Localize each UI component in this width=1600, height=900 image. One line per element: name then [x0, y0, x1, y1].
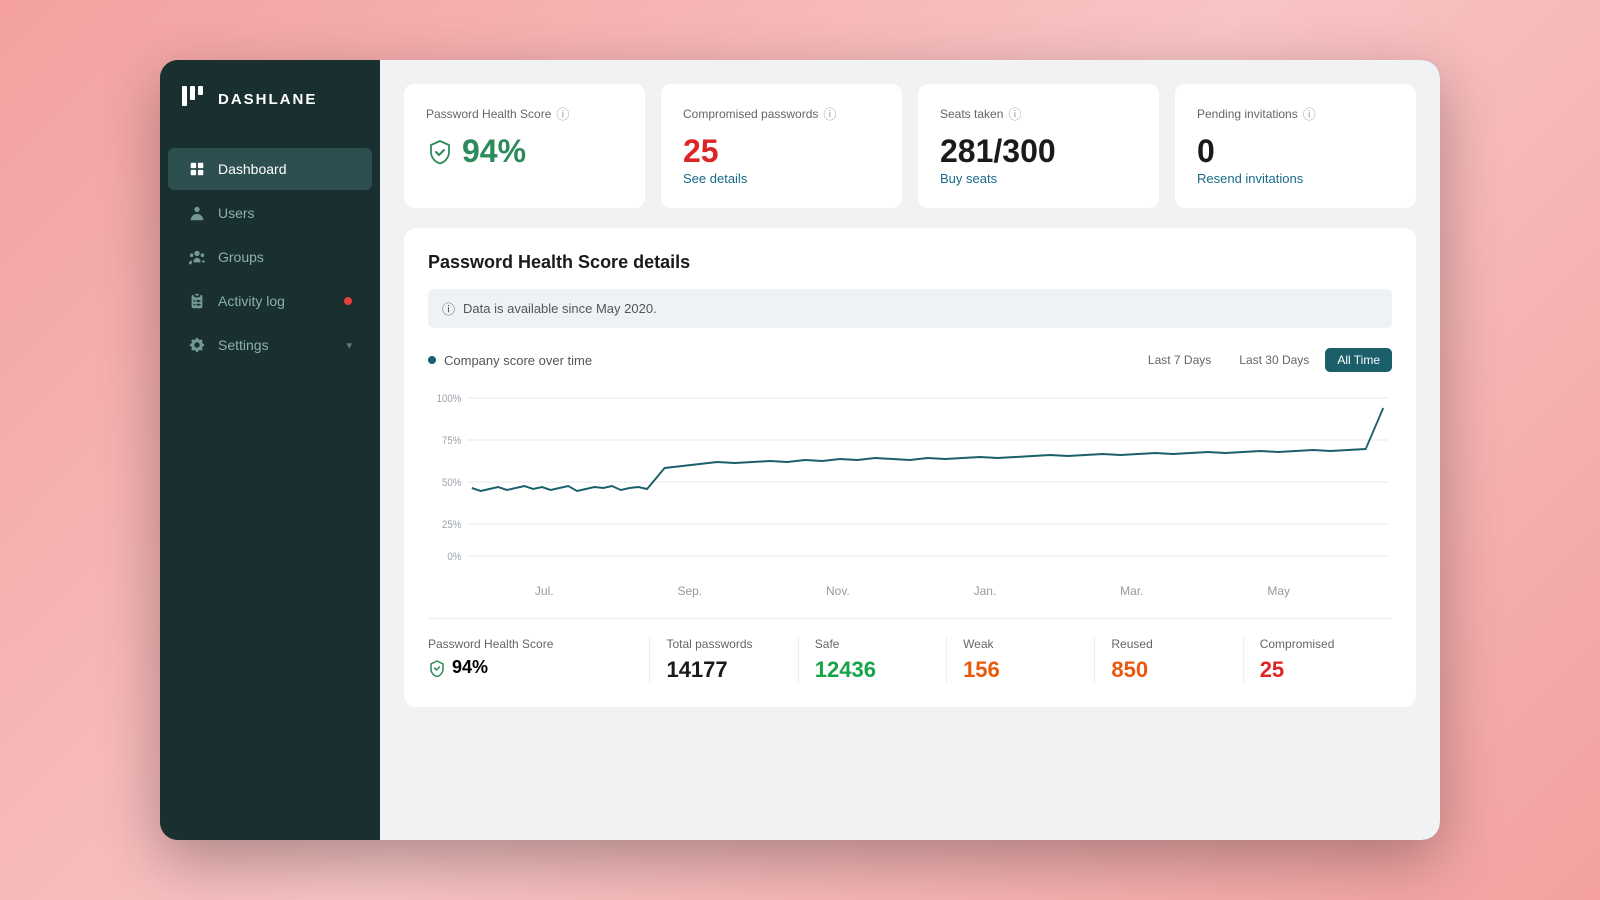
- chart-section: Password Health Score details ⓘ Data is …: [404, 228, 1416, 707]
- info-banner-icon: ⓘ: [442, 299, 455, 318]
- footer-value-safe: 12436: [815, 657, 930, 683]
- stat-value-compromised: 25: [683, 133, 880, 170]
- x-label-mar: Mar.: [1120, 584, 1143, 598]
- svg-text:0%: 0%: [447, 551, 461, 563]
- time-filter-30days[interactable]: Last 30 Days: [1227, 348, 1321, 372]
- x-label-nov: Nov.: [826, 584, 850, 598]
- footer-label-total: Total passwords: [666, 637, 781, 651]
- sidebar-item-users[interactable]: Users: [168, 192, 372, 234]
- legend-dot: [428, 356, 436, 364]
- chart-x-labels: Jul. Sep. Nov. Jan. Mar. May: [428, 584, 1392, 598]
- svg-text:75%: 75%: [442, 435, 461, 447]
- stat-label-invitations: Pending invitations ⓘ: [1197, 104, 1394, 123]
- time-filter-7days[interactable]: Last 7 Days: [1136, 348, 1223, 372]
- footer-stat-safe: Safe 12436: [799, 637, 947, 683]
- app-name: DASHLANE: [218, 91, 317, 108]
- info-icon-invitations: ⓘ: [1303, 104, 1316, 123]
- svg-text:50%: 50%: [442, 477, 461, 489]
- footer-stat-total: Total passwords 14177: [650, 637, 798, 683]
- chart-area: 100% 75% 50% 25% 0%: [428, 388, 1392, 568]
- time-filter-alltime[interactable]: All Time: [1325, 348, 1392, 372]
- x-label-may: May: [1267, 584, 1290, 598]
- see-details-link[interactable]: See details: [683, 171, 747, 186]
- footer-value-compromised: 25: [1260, 657, 1376, 683]
- sidebar-item-activity-log[interactable]: Activity log: [168, 280, 372, 322]
- chevron-down-icon: ▾: [346, 339, 352, 352]
- logo-icon: [180, 82, 208, 116]
- main-content: Password Health Score ⓘ 94% Compromised …: [380, 60, 1440, 840]
- stat-card-health-score: Password Health Score ⓘ 94%: [404, 84, 645, 208]
- svg-text:100%: 100%: [437, 393, 462, 405]
- buy-seats-link[interactable]: Buy seats: [940, 171, 997, 186]
- info-icon-compromised: ⓘ: [823, 104, 836, 123]
- time-filters: Last 7 Days Last 30 Days All Time: [1136, 348, 1392, 372]
- chart-title: Password Health Score details: [428, 252, 1392, 273]
- sidebar-item-groups[interactable]: Groups: [168, 236, 372, 278]
- sidebar-item-label: Dashboard: [218, 161, 287, 177]
- logo-area: DASHLANE: [160, 60, 380, 138]
- footer-label-safe: Safe: [815, 637, 930, 651]
- resend-invitations-link[interactable]: Resend invitations: [1197, 171, 1303, 186]
- stats-row: Password Health Score ⓘ 94% Compromised …: [404, 84, 1416, 208]
- footer-score-value: 94%: [428, 657, 633, 678]
- sidebar-item-label: Users: [218, 205, 255, 221]
- sidebar: DASHLANE Dashboard Users: [160, 60, 380, 840]
- stat-value-health: 94%: [426, 133, 623, 170]
- shield-icon-small: [428, 659, 446, 677]
- x-label-sep: Sep.: [677, 584, 702, 598]
- footer-label-compromised: Compromised: [1260, 637, 1376, 651]
- x-label-jul: Jul.: [535, 584, 554, 598]
- footer-stat-score: Password Health Score 94%: [428, 637, 650, 683]
- footer-value-weak: 156: [963, 657, 1078, 683]
- info-icon-seats: ⓘ: [1008, 104, 1021, 123]
- stat-card-seats: Seats taken ⓘ 281/300 Buy seats: [918, 84, 1159, 208]
- chart-legend: Company score over time: [428, 353, 592, 368]
- info-banner: ⓘ Data is available since May 2020.: [428, 289, 1392, 328]
- x-label-jan: Jan.: [974, 584, 997, 598]
- footer-stat-reused: Reused 850: [1095, 637, 1243, 683]
- stat-value-invitations: 0: [1197, 133, 1394, 170]
- sidebar-item-dashboard[interactable]: Dashboard: [168, 148, 372, 190]
- stat-label-health: Password Health Score ⓘ: [426, 104, 623, 123]
- footer-value-total: 14177: [666, 657, 781, 683]
- footer-label-score: Password Health Score: [428, 637, 633, 651]
- stat-label-seats: Seats taken ⓘ: [940, 104, 1137, 123]
- footer-stat-compromised: Compromised 25: [1244, 637, 1392, 683]
- chart-header: Company score over time Last 7 Days Last…: [428, 348, 1392, 372]
- footer-stat-weak: Weak 156: [947, 637, 1095, 683]
- sidebar-item-label: Activity log: [218, 293, 285, 309]
- activity-log-badge: [344, 297, 352, 305]
- sidebar-item-settings[interactable]: Settings ▾: [168, 324, 372, 366]
- stats-footer: Password Health Score 94% Total password…: [428, 618, 1392, 683]
- chart-svg: 100% 75% 50% 25% 0%: [428, 388, 1392, 568]
- footer-label-weak: Weak: [963, 637, 1078, 651]
- sidebar-item-label: Settings: [218, 337, 269, 353]
- footer-value-reused: 850: [1111, 657, 1226, 683]
- info-banner-text: Data is available since May 2020.: [463, 301, 657, 316]
- svg-text:25%: 25%: [442, 519, 461, 531]
- footer-label-reused: Reused: [1111, 637, 1226, 651]
- info-icon: ⓘ: [556, 104, 569, 123]
- legend-label: Company score over time: [444, 353, 592, 368]
- stat-label-compromised: Compromised passwords ⓘ: [683, 104, 880, 123]
- stat-card-invitations: Pending invitations ⓘ 0 Resend invitatio…: [1175, 84, 1416, 208]
- stat-value-seats: 281/300: [940, 133, 1137, 170]
- sidebar-item-label: Groups: [218, 249, 264, 265]
- stat-card-compromised: Compromised passwords ⓘ 25 See details: [661, 84, 902, 208]
- nav-items: Dashboard Users Groups: [160, 146, 380, 368]
- device-frame: DASHLANE Dashboard Users: [160, 60, 1440, 840]
